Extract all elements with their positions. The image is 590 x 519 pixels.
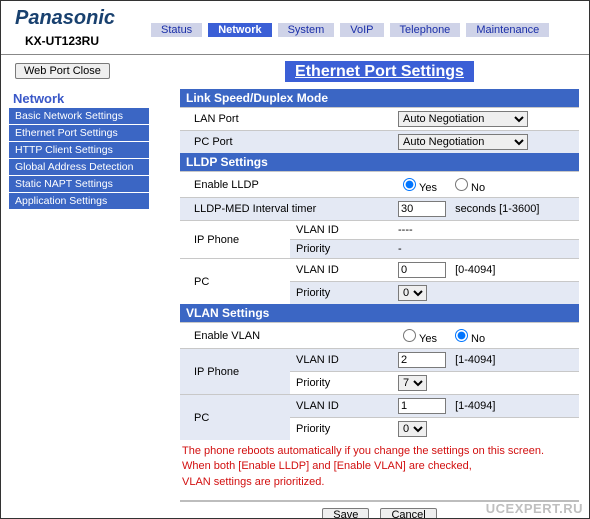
vlan-ipphone-vlanid-input[interactable] — [398, 352, 446, 368]
enable-lldp-yes-radio[interactable] — [403, 178, 416, 191]
lldp-pc-priority-label: Priority — [290, 282, 392, 305]
lldp-pc-vlanid-input[interactable] — [398, 262, 446, 278]
vlan-ipphone-vlanid-label: VLAN ID — [290, 349, 392, 372]
sidebar-item-basic-network[interactable]: Basic Network Settings — [9, 108, 149, 125]
sidebar-item-application[interactable]: Application Settings — [9, 193, 149, 210]
lan-port-select[interactable]: Auto Negotiation — [398, 111, 528, 127]
brand-logo: Panasonic — [15, 7, 115, 29]
warning-line-3: VLAN settings are prioritized. — [182, 475, 577, 490]
pc-port-label: PC Port — [180, 131, 392, 154]
enable-lldp-no-radio[interactable] — [455, 178, 468, 191]
nav-telephone[interactable]: Telephone — [390, 23, 461, 37]
vlan-pc-priority-select[interactable]: 0 — [398, 421, 427, 437]
vlan-ipphone-vlanid-hint: [1-4094] — [449, 354, 495, 366]
lldp-ipphone-vlanid-label: VLAN ID — [290, 221, 392, 240]
vlan-ipphone-priority-select[interactable]: 7 — [398, 375, 427, 391]
vlan-pc-label: PC — [180, 395, 290, 441]
lldp-ipphone-priority-label: Priority — [290, 240, 392, 259]
lan-port-label: LAN Port — [180, 108, 392, 131]
lldp-ipphone-label: IP Phone — [180, 221, 290, 259]
lldp-interval-input[interactable] — [398, 201, 446, 217]
sidebar-item-ethernet-port[interactable]: Ethernet Port Settings — [9, 125, 149, 142]
lldp-ipphone-priority-value: - — [392, 240, 579, 259]
lldp-pc-priority-select[interactable]: 0 — [398, 285, 427, 301]
lldp-interval-label: LLDP-MED Interval timer — [180, 198, 392, 221]
warning-block: The phone reboots automatically if you c… — [180, 440, 579, 496]
enable-lldp-label: Enable LLDP — [180, 172, 392, 198]
settings-table: Link Speed/Duplex Mode LAN Port Auto Neg… — [180, 89, 579, 440]
vlan-ipphone-label: IP Phone — [180, 349, 290, 395]
vlan-ipphone-priority-label: Priority — [290, 372, 392, 395]
save-button[interactable]: Save — [322, 508, 369, 519]
vlan-pc-vlanid-hint: [1-4094] — [449, 400, 495, 412]
section-vlan: VLAN Settings — [180, 304, 579, 323]
page-title: Ethernet Port Settings — [285, 61, 474, 82]
nav-system[interactable]: System — [278, 23, 335, 37]
warning-line-2: When both [Enable LLDP] and [Enable VLAN… — [182, 459, 577, 474]
section-link-speed: Link Speed/Duplex Mode — [180, 89, 579, 108]
enable-vlan-label: Enable VLAN — [180, 323, 392, 349]
nav-maintenance[interactable]: Maintenance — [466, 23, 549, 37]
lldp-pc-vlanid-hint: [0-4094] — [449, 264, 495, 276]
sidebar-item-http-client[interactable]: HTTP Client Settings — [9, 142, 149, 159]
yes-label: Yes — [419, 333, 437, 345]
sidebar-item-static-napt[interactable]: Static NAPT Settings — [9, 176, 149, 193]
nav-voip[interactable]: VoIP — [340, 23, 383, 37]
lldp-pc-vlanid-label: VLAN ID — [290, 259, 392, 282]
top-nav: Status Network System VoIP Telephone Mai… — [151, 19, 589, 43]
lldp-ipphone-vlanid-value: ---- — [392, 221, 579, 240]
sidebar-title: Network — [9, 89, 166, 108]
nav-status[interactable]: Status — [151, 23, 202, 37]
yes-label: Yes — [419, 182, 437, 194]
vlan-pc-vlanid-label: VLAN ID — [290, 395, 392, 418]
enable-vlan-yes-radio[interactable] — [403, 329, 416, 342]
vlan-pc-vlanid-input[interactable] — [398, 398, 446, 414]
lldp-interval-hint: seconds [1-3600] — [449, 203, 539, 215]
section-lldp: LLDP Settings — [180, 153, 579, 172]
lldp-pc-label: PC — [180, 259, 290, 305]
sidebar-item-global-address[interactable]: Global Address Detection — [9, 159, 149, 176]
vlan-pc-priority-label: Priority — [290, 418, 392, 441]
web-port-close-button[interactable]: Web Port Close — [15, 63, 110, 79]
cancel-button[interactable]: Cancel — [380, 508, 436, 519]
nav-network[interactable]: Network — [208, 23, 271, 37]
no-label: No — [471, 333, 485, 345]
enable-vlan-no-radio[interactable] — [455, 329, 468, 342]
pc-port-select[interactable]: Auto Negotiation — [398, 134, 528, 150]
sidebar-list: Basic Network Settings Ethernet Port Set… — [9, 108, 149, 210]
no-label: No — [471, 182, 485, 194]
warning-line-1: The phone reboots automatically if you c… — [182, 444, 577, 459]
model-number: KX-UT123RU — [1, 32, 151, 54]
